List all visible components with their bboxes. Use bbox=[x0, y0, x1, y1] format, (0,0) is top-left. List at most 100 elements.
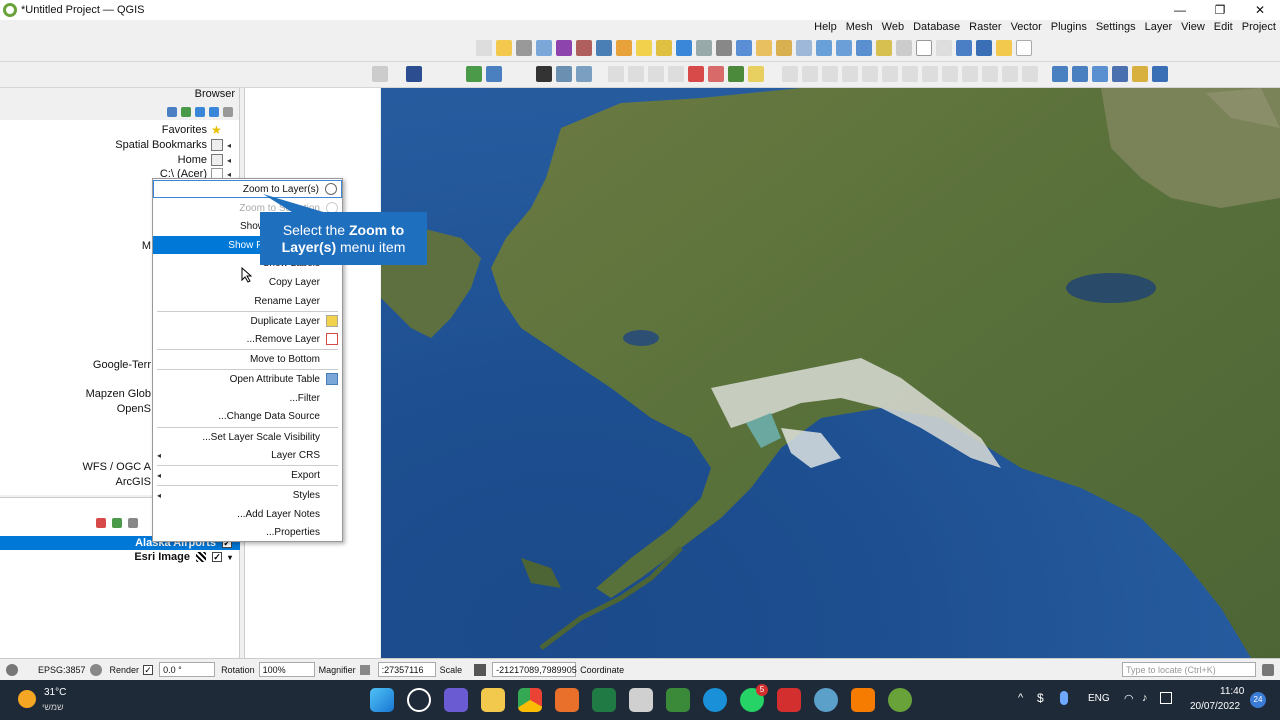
new-virtual-layer-icon[interactable] bbox=[1132, 66, 1148, 82]
weather-temp[interactable]: 31°C bbox=[44, 687, 66, 698]
globe-2-icon[interactable] bbox=[576, 66, 592, 82]
bookmark-icon[interactable] bbox=[716, 40, 732, 56]
menu-item-filter[interactable]: ...Filter bbox=[153, 389, 342, 407]
zoom-next-icon[interactable] bbox=[756, 40, 772, 56]
add-group-icon[interactable] bbox=[112, 518, 122, 528]
collapse-icon[interactable] bbox=[223, 107, 233, 117]
magnifier-input[interactable]: 100% bbox=[258, 662, 315, 677]
menu-vector[interactable]: Vector bbox=[1011, 21, 1042, 33]
menu-edit[interactable]: Edit bbox=[1214, 21, 1233, 33]
sum-icon[interactable] bbox=[556, 40, 572, 56]
extents-icon[interactable] bbox=[474, 663, 487, 676]
chevron-down-icon[interactable]: ▾ bbox=[228, 553, 232, 562]
zoom-out-icon[interactable] bbox=[836, 40, 852, 56]
browser-item-wfs[interactable]: WFS / OGC A bbox=[83, 461, 151, 473]
open-icon[interactable] bbox=[996, 40, 1012, 56]
menu-item-properties[interactable]: ...Properties bbox=[153, 523, 342, 541]
diagram-icon[interactable] bbox=[728, 66, 744, 82]
language-indicator[interactable]: ENG bbox=[1088, 693, 1110, 704]
redo-icon[interactable] bbox=[822, 66, 838, 82]
lock-icon[interactable] bbox=[359, 664, 370, 675]
move-icon[interactable] bbox=[922, 66, 938, 82]
wifi-icon[interactable]: ◠ bbox=[1124, 692, 1134, 705]
menu-item-rename-layer[interactable]: Rename Layer bbox=[153, 292, 342, 310]
select-icon[interactable] bbox=[616, 40, 632, 56]
refresh-icon[interactable] bbox=[209, 107, 219, 117]
copy-icon[interactable] bbox=[842, 66, 858, 82]
menu-item-export[interactable]: ◂ Export bbox=[153, 466, 342, 484]
menu-item-open-attribute-table[interactable]: Open Attribute Table bbox=[153, 370, 342, 388]
label-icon[interactable] bbox=[608, 66, 624, 82]
undo-icon[interactable] bbox=[802, 66, 818, 82]
zoom-full-icon[interactable] bbox=[816, 40, 832, 56]
globe-app-icon[interactable] bbox=[814, 688, 838, 712]
render-checkbox[interactable]: ✓ bbox=[143, 664, 154, 675]
zoom-layer-icon[interactable] bbox=[796, 40, 812, 56]
dollar-icon[interactable]: $ bbox=[1037, 691, 1044, 705]
data-source-manager-icon[interactable] bbox=[1152, 66, 1168, 82]
teams-icon[interactable] bbox=[444, 688, 468, 712]
browser-item-m[interactable]: M bbox=[142, 240, 151, 252]
menu-item-move-to-bottom[interactable]: Move to Bottom bbox=[153, 350, 342, 368]
filter-icon[interactable] bbox=[195, 107, 205, 117]
menu-item-duplicate-layer[interactable]: Duplicate Layer bbox=[153, 312, 342, 330]
menu-item-set-layer-scale-visibility[interactable]: ...Set Layer Scale Visibility bbox=[153, 428, 342, 446]
new-layout-icon[interactable] bbox=[936, 40, 952, 56]
zoom-selection-icon[interactable] bbox=[776, 40, 792, 56]
add-feature-icon[interactable] bbox=[962, 66, 978, 82]
zoom-last-icon[interactable] bbox=[736, 40, 752, 56]
save-as-icon[interactable] bbox=[956, 40, 972, 56]
browser-item-arcgis[interactable]: ArcGIS bbox=[116, 476, 151, 488]
rotation-input[interactable]: 0.0 ° bbox=[159, 662, 216, 677]
coordinate-input[interactable]: -21217089,7989905 bbox=[492, 662, 577, 677]
menu-view[interactable]: View bbox=[1181, 21, 1205, 33]
browser-item-mapzen[interactable]: Mapzen Glob bbox=[86, 388, 151, 400]
chrome-icon[interactable] bbox=[518, 688, 542, 712]
browser-item-favorites[interactable]: Favorites ★ ◂ bbox=[162, 124, 231, 136]
microphone-icon[interactable] bbox=[1060, 691, 1068, 705]
minimize-button[interactable]: — bbox=[1160, 0, 1200, 20]
menu-item-layer-crs[interactable]: ◂ Layer CRS bbox=[153, 446, 342, 464]
calculator-icon[interactable] bbox=[576, 40, 592, 56]
menu-item-styles[interactable]: ◂ Styles bbox=[153, 486, 342, 504]
layout-manager-icon[interactable] bbox=[916, 40, 932, 56]
edit-icon[interactable] bbox=[782, 66, 798, 82]
python-icon[interactable] bbox=[466, 66, 482, 82]
qgis-taskbar-icon[interactable] bbox=[888, 688, 912, 712]
menu-web[interactable]: Web bbox=[882, 21, 904, 33]
app-icon[interactable] bbox=[555, 688, 579, 712]
refresh-icon[interactable] bbox=[676, 40, 692, 56]
pencil-icon[interactable] bbox=[1022, 66, 1038, 82]
label-style-icon[interactable] bbox=[708, 66, 724, 82]
measure-icon[interactable] bbox=[516, 40, 532, 56]
label-3-icon[interactable] bbox=[648, 66, 664, 82]
menu-item-add-layer-notes[interactable]: ...Add Layer Notes bbox=[153, 505, 342, 523]
menu-mesh[interactable]: Mesh bbox=[846, 21, 873, 33]
label-4-icon[interactable] bbox=[668, 66, 684, 82]
new-project-icon[interactable] bbox=[1016, 40, 1032, 56]
menu-layer[interactable]: Layer bbox=[1145, 21, 1173, 33]
layer-row-esri-image[interactable]: Esri Image ✓ ▾ bbox=[0, 550, 240, 564]
excel-icon[interactable] bbox=[592, 688, 616, 712]
close-button[interactable]: ✕ bbox=[1240, 0, 1280, 20]
select-feature-icon[interactable] bbox=[656, 40, 672, 56]
clock-date[interactable]: 20/07/2022 bbox=[1190, 701, 1240, 712]
vlc-icon[interactable] bbox=[851, 688, 875, 712]
locate-icon[interactable] bbox=[1262, 663, 1274, 676]
processing-icon[interactable] bbox=[486, 66, 502, 82]
remove-layer-icon[interactable] bbox=[96, 518, 106, 528]
abc-icon[interactable] bbox=[688, 66, 704, 82]
menu-plugins[interactable]: Plugins bbox=[1051, 21, 1087, 33]
chevron-up-icon[interactable]: ^ bbox=[1018, 692, 1023, 704]
temporal-icon[interactable] bbox=[696, 40, 712, 56]
menu-database[interactable]: Database bbox=[913, 21, 960, 33]
cut-icon[interactable] bbox=[862, 66, 878, 82]
menu-project[interactable]: Project bbox=[1242, 21, 1276, 33]
notepad-icon[interactable] bbox=[666, 688, 690, 712]
pin-label-icon[interactable] bbox=[748, 66, 764, 82]
hand-icon[interactable] bbox=[896, 40, 912, 56]
digitize-icon[interactable] bbox=[982, 66, 998, 82]
pan-icon[interactable] bbox=[476, 40, 492, 56]
label-2-icon[interactable] bbox=[628, 66, 644, 82]
deselect-icon[interactable] bbox=[636, 40, 652, 56]
